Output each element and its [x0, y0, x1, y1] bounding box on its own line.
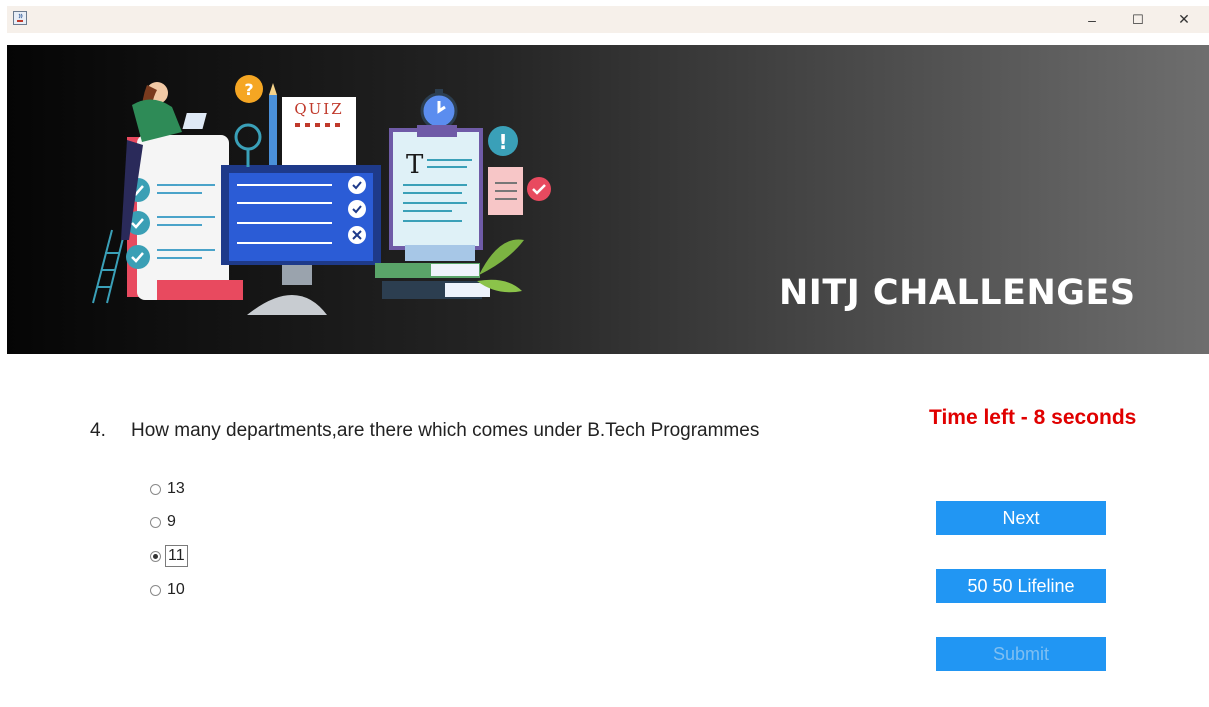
close-icon: ✕ [1178, 11, 1190, 27]
radio-indicator[interactable] [150, 483, 161, 495]
option-radio[interactable]: 13 [150, 478, 187, 500]
minimize-icon: – [1088, 11, 1096, 28]
maximize-button[interactable]: ☐ [1115, 6, 1161, 33]
option-radio[interactable]: 9 [150, 511, 178, 533]
java-app-icon [13, 11, 27, 25]
question-text: How many departments,are there which com… [131, 420, 760, 441]
option-radio[interactable]: 10 [150, 579, 187, 601]
close-button[interactable]: ✕ [1161, 6, 1207, 33]
exclamation-text: ! [498, 130, 507, 154]
submit-button[interactable]: Submit [936, 637, 1106, 671]
option-label[interactable]: 11 [165, 545, 188, 567]
quiz-banner: ? QUIZ T ! NITJ CHALLENGES [7, 45, 1209, 354]
radio-indicator[interactable] [150, 584, 161, 596]
radio-indicator-selected[interactable] [150, 550, 161, 562]
minimize-button[interactable]: – [1069, 6, 1115, 33]
window-title-bar: – ☐ ✕ [7, 6, 1209, 33]
radio-indicator[interactable] [150, 516, 161, 528]
timer-label: Time left - 8 seconds [929, 406, 1137, 429]
question-mark-text: ? [244, 80, 253, 99]
option-label[interactable]: 10 [165, 580, 187, 600]
question-number: 4. [90, 420, 106, 441]
option-label[interactable]: 13 [165, 479, 187, 499]
quiz-illustration: ? QUIZ T ! [92, 75, 551, 315]
next-button[interactable]: Next [936, 501, 1106, 535]
quiz-card-text: QUIZ [294, 100, 343, 118]
maximize-icon: ☐ [1132, 11, 1144, 27]
banner-title: NITJ CHALLENGES [779, 273, 1136, 313]
doc-letter-text: T [406, 150, 424, 180]
option-label[interactable]: 9 [165, 512, 178, 532]
lifeline-button[interactable]: 50 50 Lifeline [936, 569, 1106, 603]
option-radio[interactable]: 11 [150, 545, 188, 567]
